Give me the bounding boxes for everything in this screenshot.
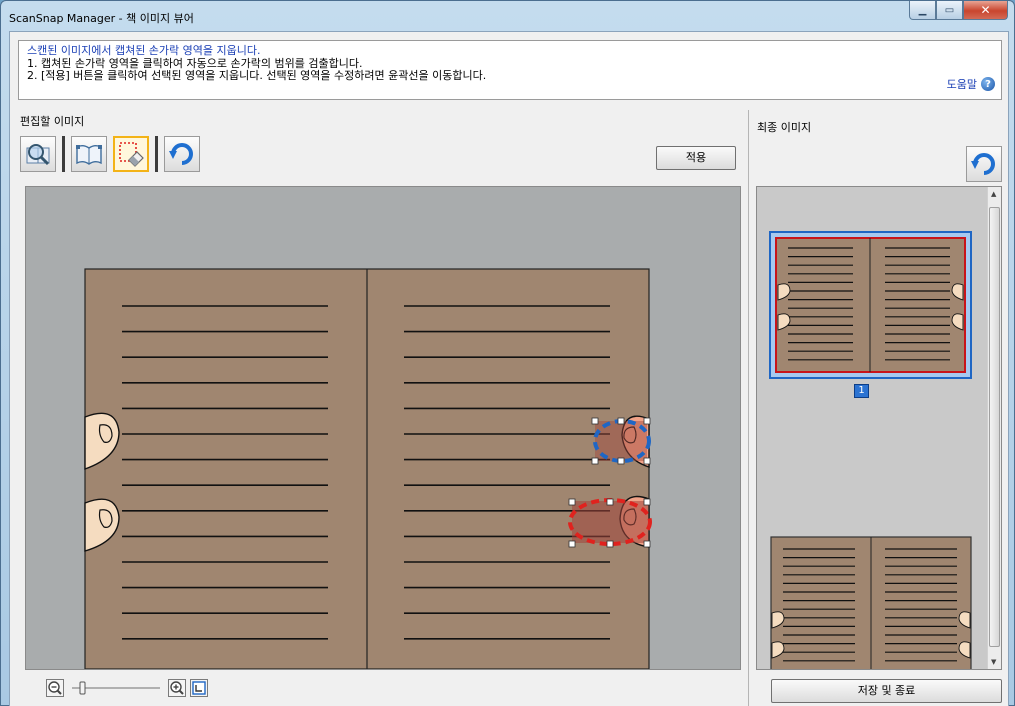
question-mark-icon: ? (981, 77, 995, 91)
finger-eraser-icon (119, 142, 144, 167)
close-icon: ✕ (980, 3, 991, 17)
apply-button[interactable]: 적용 (656, 146, 736, 170)
undo-button[interactable] (164, 136, 200, 172)
app-window: ScanSnap Manager - 책 이미지 뷰어 ▁ ▭ ✕ 스캔된 이미… (0, 0, 1015, 706)
close-button[interactable]: ✕ (963, 1, 1008, 20)
save-and-exit-button[interactable]: 저장 및 종료 (771, 679, 1002, 703)
final-image-pane[interactable]: 1 ▲ ▼ (756, 186, 1002, 670)
client-area: 스캔된 이미지에서 캡쳐된 손가락 영역을 지웁니다. 1. 캡쳐된 손가락 영… (9, 31, 1009, 706)
book-page-button[interactable] (71, 136, 107, 172)
final-thumbnails (769, 231, 972, 669)
zoom-controls (46, 678, 208, 698)
finger-selection-red[interactable] (568, 498, 652, 548)
maximize-button[interactable]: ▭ (936, 1, 963, 20)
window-controls: ▁ ▭ ✕ (909, 1, 1008, 20)
finger-eraser-button[interactable] (113, 136, 149, 172)
book-page-icon (76, 145, 102, 165)
final-image-label: 최종 이미지 (757, 121, 812, 134)
scroll-down-arrow[interactable]: ▼ (991, 658, 996, 666)
edit-canvas[interactable] (25, 186, 741, 670)
minimize-icon: ▁ (918, 4, 927, 16)
zoom-in-icon[interactable] (168, 679, 186, 697)
scroll-thumb[interactable] (989, 207, 1000, 647)
minimize-button[interactable]: ▁ (909, 1, 936, 20)
toolbar-separator (155, 136, 158, 172)
undo-icon (971, 153, 995, 175)
final-undo-button[interactable] (966, 146, 1002, 182)
panel-divider (748, 110, 749, 706)
instruction-step-2: 2. [적용] 버튼을 클릭하여 선택된 영역을 지웁니다. 선택된 영역을 수… (27, 69, 487, 82)
help-link[interactable]: 도움말 ? (947, 76, 995, 92)
final-scrollbar[interactable]: ▲ ▼ (987, 187, 1001, 669)
instruction-heading: 스캔된 이미지에서 캡쳐된 손가락 영역을 지웁니다. (27, 44, 261, 57)
zoom-slider[interactable] (68, 679, 164, 697)
edit-image-label: 편집할 이미지 (20, 115, 85, 128)
magnifier-icon (26, 144, 50, 166)
window-title: ScanSnap Manager - 책 이미지 뷰어 (9, 12, 194, 25)
zoom-out-icon[interactable] (46, 679, 64, 697)
finger-selection-blue[interactable] (591, 417, 651, 465)
toolbar-separator (62, 136, 65, 172)
title-bar: ScanSnap Manager - 책 이미지 뷰어 ▁ ▭ ✕ (1, 1, 1014, 31)
fit-to-window-icon[interactable] (190, 679, 208, 697)
edit-toolbar (20, 133, 206, 175)
scroll-up-arrow[interactable]: ▲ (991, 190, 996, 198)
help-label: 도움말 (946, 78, 977, 91)
undo-icon (169, 143, 193, 165)
maximize-icon: ▭ (944, 4, 955, 16)
page-number-badge: 1 (854, 384, 869, 398)
magnifier-button[interactable] (20, 136, 56, 172)
book-image (84, 268, 652, 669)
instruction-box: 스캔된 이미지에서 캡쳐된 손가락 영역을 지웁니다. 1. 캡쳐된 손가락 영… (18, 40, 1002, 100)
